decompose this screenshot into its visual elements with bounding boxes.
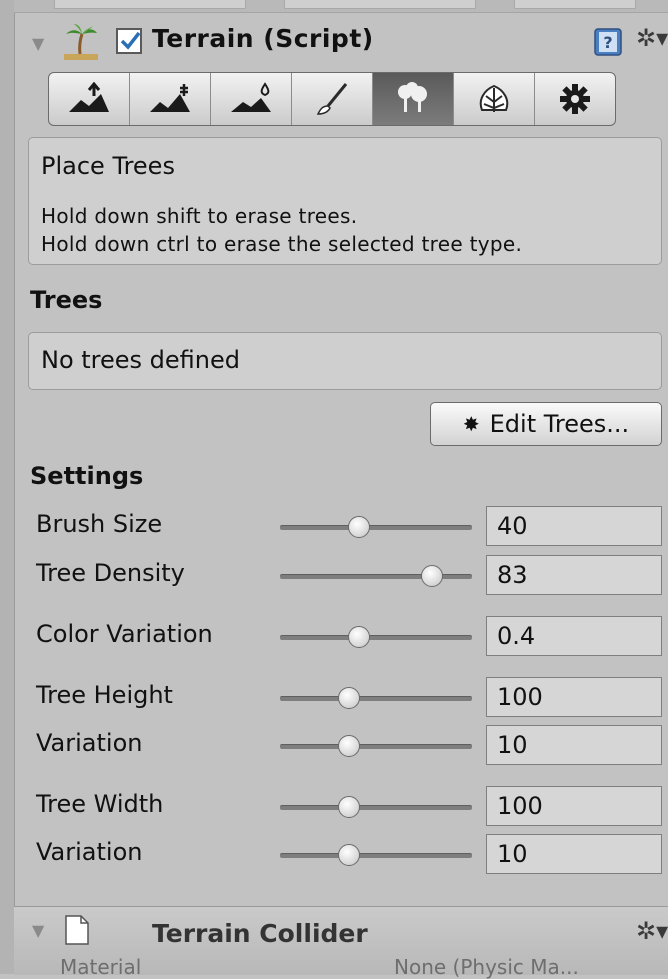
brush-size-field[interactable]: 40 [486,506,662,546]
gear-icon [560,84,590,114]
raise-terrain-icon [69,82,109,112]
width-variation-slider[interactable] [280,844,472,866]
color-variation-field[interactable]: 0.4 [486,616,662,656]
setting-label: Variation [36,729,143,757]
brush-size-slider[interactable] [280,516,472,538]
setting-label: Color Variation [36,620,213,648]
setting-row-tree-width: Tree Width 100 [0,786,668,826]
color-variation-slider[interactable] [280,626,472,648]
edit-trees-label: Edit Trees... [489,410,630,438]
panel-edge [0,0,15,974]
slider-thumb[interactable] [338,687,361,709]
tree-height-slider[interactable] [280,687,472,709]
gear-icon: ✸ [462,412,480,436]
setting-label: Tree Density [36,559,185,587]
previous-component-strip [14,0,668,13]
setting-label: Tree Height [36,681,173,709]
palm-tree-icon [64,24,98,60]
tree-height-field[interactable]: 100 [486,677,662,717]
terrain-collider-header: ▼ Terrain Collider ✲▾ Material None (Phy… [14,906,668,979]
setting-label: Variation [36,838,143,866]
material-label: Material [60,955,142,979]
foldout-arrow-icon[interactable]: ▼ [32,921,44,940]
setting-row-height-variation: Variation 10 [0,725,668,765]
component-title: Terrain (Script) [152,24,374,53]
foldout-arrow-icon[interactable]: ▼ [32,34,44,53]
tool-smooth-height[interactable] [211,73,292,125]
component-header: ▼ Terrain (Script) ? ✲▾ [14,14,668,72]
material-value: None (Physic Ma... [394,955,579,979]
slider-thumb[interactable] [338,796,361,818]
tree-width-field[interactable]: 100 [486,786,662,826]
tree-list[interactable]: No trees defined [28,332,662,390]
tool-paint-height[interactable] [130,73,211,125]
tool-paint-details[interactable] [454,73,535,125]
tool-help-box: Place Trees Hold down shift to erase tre… [28,137,662,265]
terrain-collider-title: Terrain Collider [152,919,368,948]
document-icon [65,915,89,945]
slider-thumb[interactable] [420,565,443,587]
tool-raise-lower-terrain[interactable] [49,73,130,125]
setting-row-width-variation: Variation 10 [0,834,668,874]
slider-thumb[interactable] [347,626,370,648]
smooth-height-icon [231,82,271,112]
tool-terrain-settings[interactable] [535,73,615,125]
edit-trees-button[interactable]: ✸ Edit Trees... [430,402,662,446]
tree-list-empty-text: No trees defined [41,346,241,374]
slider-thumb[interactable] [347,516,370,538]
tree-width-slider[interactable] [280,796,472,818]
tool-place-trees[interactable] [373,73,454,125]
width-variation-field[interactable]: 10 [486,834,662,874]
trees-heading: Trees [30,286,103,314]
tool-help-title: Place Trees [41,152,175,180]
slider-thumb[interactable] [338,735,361,757]
tree-density-slider[interactable] [280,565,472,587]
detail-icon [479,84,509,112]
help-book-icon[interactable]: ? [594,28,622,56]
height-variation-field[interactable]: 10 [486,725,662,765]
setting-row-tree-density: Tree Density 83 [0,555,668,595]
settings-heading: Settings [30,462,144,490]
terrain-tool-toolbar [48,72,616,126]
tool-help-line-shift: Hold down shift to erase trees. [41,204,358,228]
paint-height-icon [150,84,190,112]
component-enabled-checkbox[interactable] [116,28,142,54]
svg-text:?: ? [603,33,612,52]
setting-label: Brush Size [36,510,163,538]
tool-help-line-ctrl: Hold down ctrl to erase the selected tre… [41,232,523,256]
setting-row-color-variation: Color Variation 0.4 [0,616,668,656]
slider-thumb[interactable] [338,844,361,866]
height-variation-slider[interactable] [280,735,472,757]
tool-paint-texture[interactable] [292,73,373,125]
brush-icon [316,83,348,115]
setting-label: Tree Width [36,790,164,818]
checkmark-icon [120,31,141,50]
setting-row-brush-size: Brush Size 40 [0,506,668,546]
setting-row-tree-height: Tree Height 100 [0,677,668,717]
tree-density-field[interactable]: 83 [486,555,662,595]
component-settings-gear-icon[interactable]: ✲▾ [636,24,668,52]
component-settings-gear-icon[interactable]: ✲▾ [636,917,668,945]
tree-icon [398,82,427,112]
